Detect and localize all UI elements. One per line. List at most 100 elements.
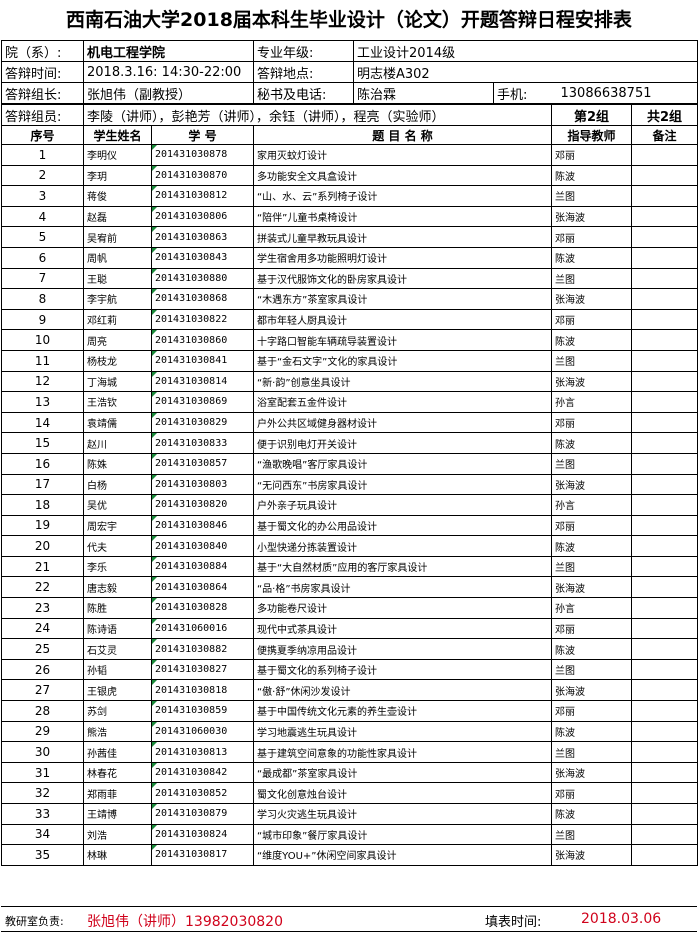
note-cell (631, 329, 698, 351)
student-id: 201431030878 (151, 144, 254, 166)
table-row: 16 陈姝 201431030857 “渔歌晚唱”客厅家具设计 兰图 (1, 452, 698, 475)
advisor-name: 陈波 (551, 164, 633, 187)
col-header-name: 学生姓名 (83, 125, 152, 145)
advisor-name: 张海波 (551, 473, 633, 496)
row-number: 26 (1, 658, 84, 681)
place-value: 明志楼A302 (353, 61, 698, 83)
row-number: 16 (1, 452, 84, 475)
cell-marker-icon (152, 722, 157, 727)
table-row: 21 李乐 201431030884 基于“大自然材质”应用的客厅家具设计 兰图 (1, 555, 698, 578)
student-id-text: 201431030842 (155, 767, 228, 779)
advisor-name: 张海波 (551, 679, 633, 702)
advisor-name: 邓丽 (551, 308, 633, 331)
topic-title: 现代中式茶具设计 (252, 617, 553, 640)
topic-title: 学习火灾逃生玩具设计 (252, 803, 553, 825)
cell-marker-icon (152, 680, 157, 686)
student-id-text: 201431060030 (155, 725, 228, 737)
row-number: 17 (1, 473, 84, 496)
student-name: 刘浩 (83, 823, 152, 846)
office-value: 张旭伟（讲师）13982030820 (87, 914, 283, 930)
table-row: 30 孙茜佳 201431030813 基于建筑空间意象的功能性家具设计 兰图 (1, 741, 698, 763)
student-id-text: 201431030841 (155, 355, 228, 367)
student-id: 201431030864 (151, 576, 254, 599)
advisor-name: 兰图 (551, 741, 633, 763)
note-cell (631, 308, 698, 331)
note-cell (631, 144, 698, 166)
student-name: 邓红莉 (83, 308, 152, 331)
advisor-name: 张海波 (551, 288, 633, 310)
advisor-name: 兰图 (551, 185, 633, 207)
note-cell (631, 226, 698, 248)
cell-marker-icon (152, 372, 157, 377)
row-number: 23 (1, 597, 84, 619)
advisor-name: 陈波 (551, 432, 633, 454)
student-id-text: 201431030859 (155, 705, 228, 717)
student-name: 白杨 (83, 473, 152, 496)
note-cell (631, 432, 698, 454)
cell-marker-icon (152, 763, 157, 768)
row-number: 6 (1, 246, 84, 269)
advisor-name: 陈波 (551, 638, 633, 660)
student-id-text: 201431030863 (155, 231, 228, 243)
advisor-name: 孙言 (551, 391, 633, 413)
note-cell (631, 494, 698, 516)
note-cell (631, 205, 698, 228)
student-name: 吴宥前 (83, 226, 152, 248)
advisor-name: 邓丽 (551, 617, 633, 640)
student-id: 201431030882 (151, 638, 254, 660)
row-number: 15 (1, 432, 84, 454)
secretary-label: 秘书及电话: (253, 82, 354, 104)
student-name: 孙茜佳 (83, 741, 152, 763)
row-number: 24 (1, 617, 84, 640)
cell-marker-icon (152, 330, 157, 336)
student-id: 201431030803 (151, 473, 254, 496)
student-id: 201431030829 (151, 411, 254, 434)
student-id-text: 201431030806 (155, 211, 228, 223)
student-name: 王靖博 (83, 803, 152, 825)
table-row: 28 苏剑 201431030859 基于中国传统文化元素的养生壶设计 邓丽 (1, 700, 698, 722)
note-cell (631, 535, 698, 557)
cell-marker-icon (152, 598, 157, 604)
cell-marker-icon (152, 516, 157, 521)
note-cell (631, 844, 698, 866)
student-name: 熊浩 (83, 720, 152, 743)
student-id-text: 201431030812 (155, 190, 228, 202)
student-name: 陈胜 (83, 597, 152, 619)
student-id: 201431030863 (151, 226, 254, 248)
student-id: 201431030817 (151, 844, 254, 866)
leader-value: 张旭伟（副教授） (83, 82, 254, 104)
group-value: 第2组 (551, 104, 633, 126)
row-number: 18 (1, 494, 84, 516)
table-row: 25 石艾灵 201431030882 便携夏季纳凉用品设计 陈波 (1, 638, 698, 660)
table-row: 23 陈胜 201431030828 多功能卷尺设计 孙言 (1, 597, 698, 619)
student-id: 201431030822 (151, 308, 254, 331)
row-number: 33 (1, 803, 84, 825)
student-id: 201431030833 (151, 432, 254, 454)
table-row: 13 王浩钦 201431030869 浴室配套五金件设计 孙言 (1, 391, 698, 413)
secretary-value: 陈治霖 (353, 82, 494, 104)
cell-marker-icon (152, 639, 157, 645)
cell-marker-icon (152, 413, 157, 418)
student-id: 201431030840 (151, 535, 254, 557)
cell-marker-icon (152, 454, 157, 459)
topic-title: 基于“大自然材质”应用的客厅家具设计 (252, 555, 553, 578)
table-row: 31 林春花 201431030842 “最成都”茶室家具设计 张海波 (1, 761, 698, 784)
table-row: 29 熊浩 201431060030 学习地震逃生玩具设计 陈波 (1, 720, 698, 743)
cell-marker-icon (152, 145, 157, 150)
student-name: 王银虎 (83, 679, 152, 702)
student-name: 王浩钦 (83, 391, 152, 413)
row-number: 4 (1, 205, 84, 228)
note-cell (631, 452, 698, 475)
student-name: 吴优 (83, 494, 152, 516)
cell-marker-icon (152, 845, 157, 851)
student-id: 201431030828 (151, 597, 254, 619)
topic-title: 学生宿舍用多功能照明灯设计 (252, 246, 553, 269)
advisor-name: 孙言 (551, 597, 633, 619)
topic-title: 家用灭蚊灯设计 (252, 144, 553, 166)
table-row: 34 刘浩 201431030824 “城市印象”餐厅家具设计 兰图 (1, 823, 698, 846)
advisor-name: 邓丽 (551, 411, 633, 434)
note-cell (631, 823, 698, 846)
row-number: 21 (1, 555, 84, 578)
topic-title: 基于蜀文化的系列椅子设计 (252, 658, 553, 681)
topic-title: 基于蜀文化的办公用品设计 (252, 514, 553, 537)
